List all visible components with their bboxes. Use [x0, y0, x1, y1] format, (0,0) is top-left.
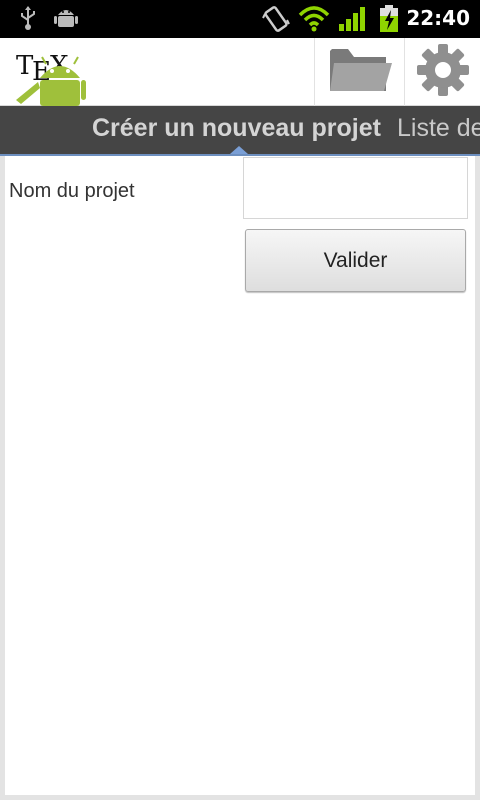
action-bar: T E X	[0, 38, 480, 106]
battery-charging-icon	[378, 5, 400, 37]
validate-button[interactable]: Valider	[245, 229, 466, 292]
tab-project-list[interactable]: Liste de	[397, 114, 480, 143]
android-debug-icon	[54, 5, 78, 35]
wifi-icon	[298, 5, 330, 37]
folder-icon	[328, 45, 392, 99]
app-logo[interactable]: T E X	[14, 46, 86, 106]
create-project-form: Nom du projet Valider	[0, 156, 480, 800]
tab-create-project[interactable]: Créer un nouveau projet	[92, 114, 381, 143]
tab-strip: Créer un nouveau projet Liste de	[0, 106, 480, 156]
signal-icon	[338, 5, 366, 37]
settings-button[interactable]	[404, 38, 480, 106]
status-bar: 22:40	[0, 0, 480, 38]
project-name-label: Nom du projet	[9, 180, 135, 202]
open-folder-button[interactable]	[314, 38, 404, 106]
usb-icon	[16, 5, 40, 35]
tab-indicator	[230, 146, 248, 154]
status-time: 22:40	[406, 6, 470, 30]
settings-icon	[416, 43, 470, 101]
vibrate-icon	[262, 5, 290, 37]
project-name-input[interactable]	[243, 157, 468, 219]
